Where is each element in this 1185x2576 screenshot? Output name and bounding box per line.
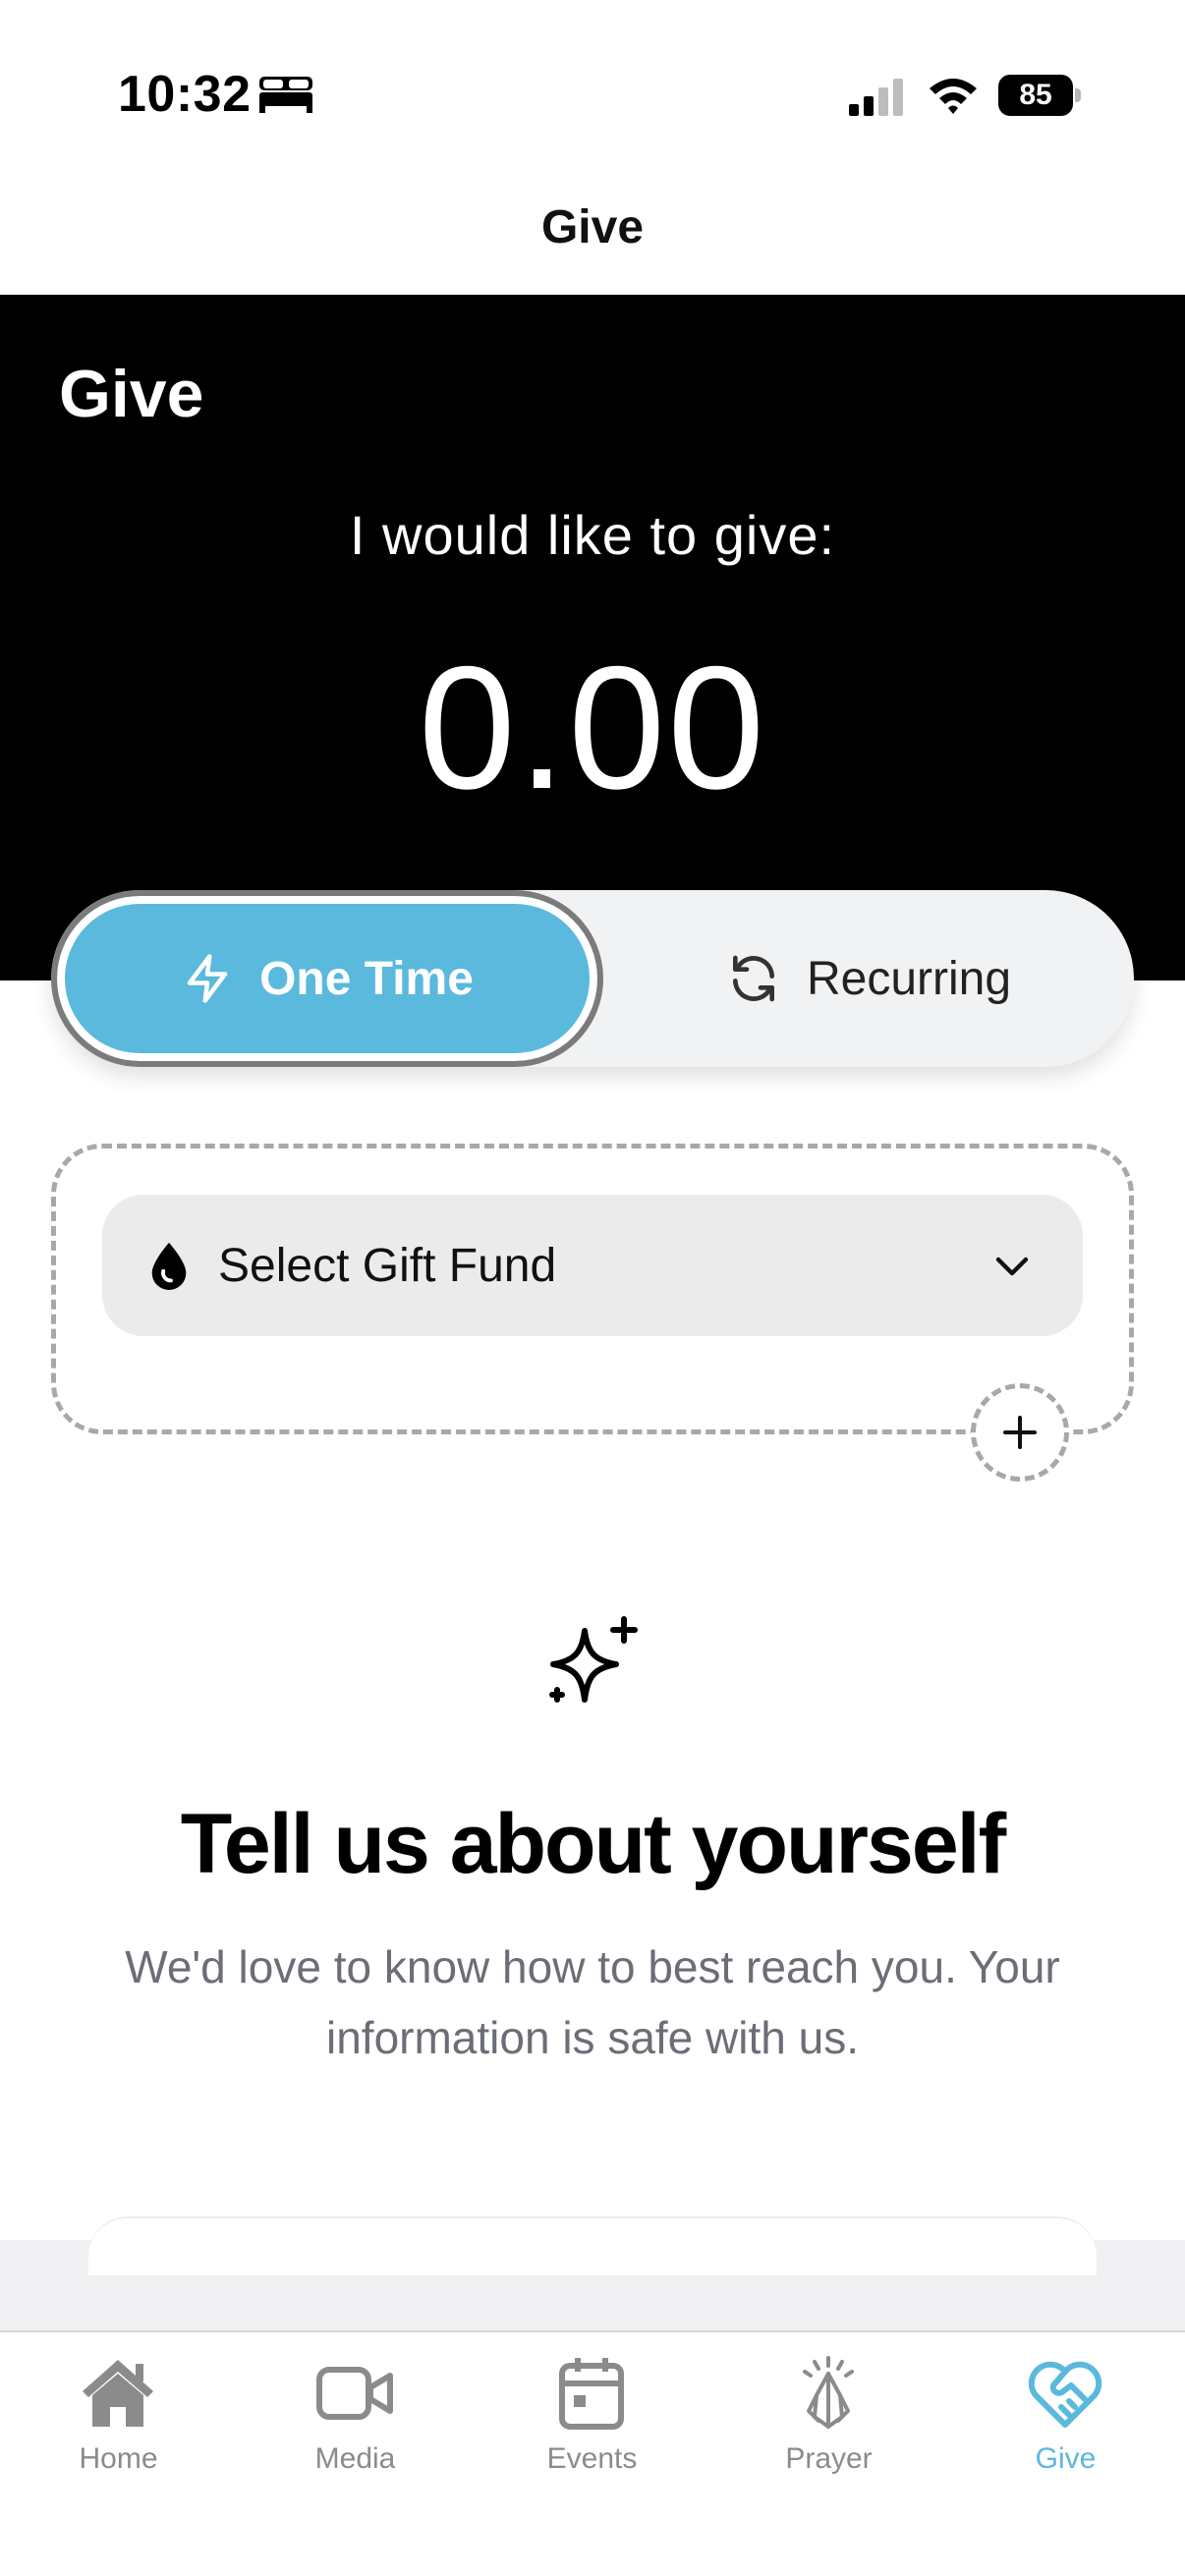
sparkle-icon (549, 1616, 638, 1703)
wifi-icon (930, 79, 977, 114)
home-icon (83, 2360, 153, 2427)
battery-level: 85 (1019, 79, 1052, 111)
frequency-toggle: One Time Recurring (51, 890, 1134, 1067)
status-bar: 10:32 85 (0, 0, 1185, 187)
add-fund-button[interactable] (971, 1383, 1069, 1482)
calendar-icon (559, 2358, 624, 2430)
status-time: 10:32 (118, 66, 252, 123)
tab-give[interactable]: Give (947, 2332, 1184, 2529)
one-time-button[interactable]: One Time (51, 890, 603, 1067)
prayer-hands-icon (803, 2356, 854, 2429)
about-title: Tell us about yourself (180, 1797, 1006, 1891)
amount-display[interactable]: 0.00 (0, 627, 1185, 828)
plus-icon (1003, 1416, 1037, 1449)
cellular-signal-icon (849, 79, 903, 116)
chevron-down-icon (995, 1257, 1029, 1276)
bolt-icon (187, 954, 228, 1003)
nav-title: Give (540, 201, 645, 253)
tab-prayer-label: Prayer (785, 2442, 873, 2475)
tab-media[interactable]: Media (237, 2332, 474, 2529)
battery-indicator: 85 (998, 75, 1081, 116)
recurring-label: Recurring (806, 952, 1012, 1005)
give-hero: Give I would like to give: 0.00 (0, 295, 1185, 980)
tab-events[interactable]: Events (474, 2332, 710, 2529)
fund-dropdown[interactable]: Select Gift Fund (102, 1195, 1083, 1336)
one-time-label: One Time (259, 952, 474, 1005)
refresh-icon (732, 955, 774, 1002)
heart-handshake-icon (1028, 2361, 1102, 2428)
tab-events-label: Events (546, 2442, 638, 2475)
fund-dropdown-label: Select Gift Fund (218, 1239, 557, 1292)
tab-media-label: Media (314, 2442, 396, 2475)
tab-home-label: Home (79, 2442, 158, 2475)
recurring-button[interactable]: Recurring (603, 890, 1134, 1067)
tab-home[interactable]: Home (0, 2332, 237, 2529)
about-description: We'd love to know how to best reach you.… (125, 1941, 1060, 2063)
form-card (88, 2216, 1097, 2275)
give-prompt: I would like to give: (349, 504, 836, 566)
drop-icon (151, 1242, 187, 1290)
bed-icon (259, 77, 312, 113)
video-icon (316, 2367, 393, 2420)
hero-title: Give (59, 357, 204, 431)
tab-give-label: Give (1035, 2442, 1097, 2475)
tab-prayer[interactable]: Prayer (710, 2332, 947, 2529)
tab-bar: Home Media Events Prayer Give (0, 2330, 1185, 2576)
